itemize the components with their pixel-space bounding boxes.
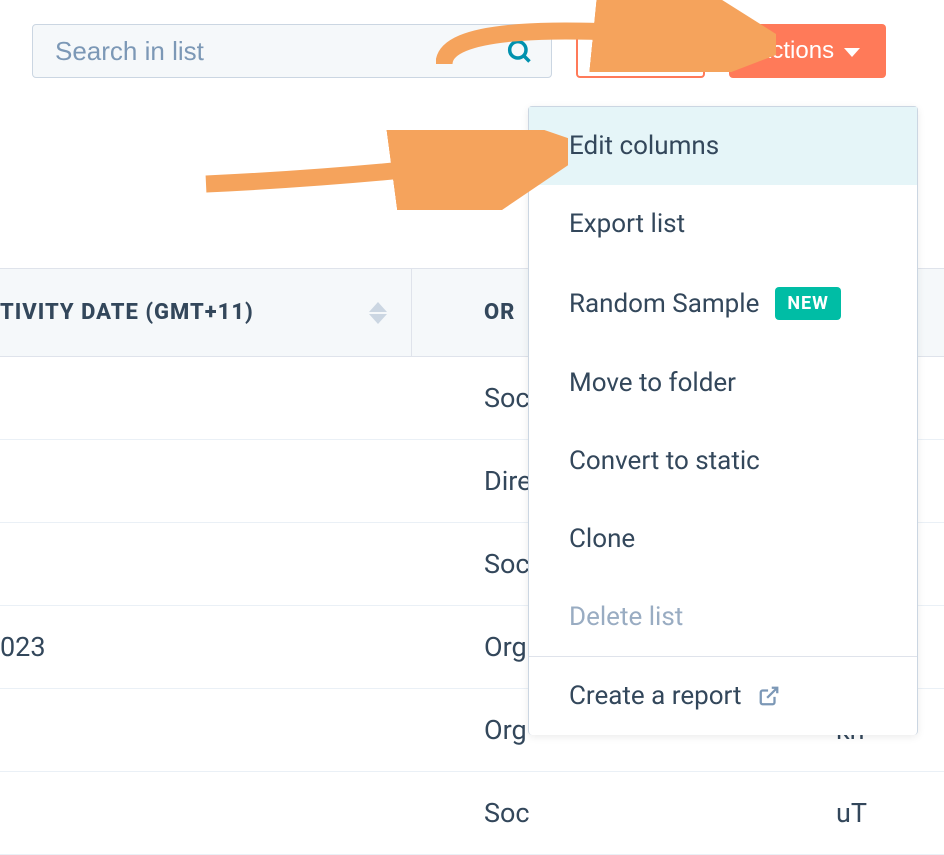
search-wrapper[interactable]: [32, 24, 552, 78]
external-link-icon: [758, 685, 780, 707]
dropdown-item-label: Create a report: [569, 681, 742, 711]
dropdown-item-label: Delete list: [569, 602, 683, 632]
toolbar: Details Actions: [0, 0, 944, 90]
sort-icon[interactable]: [369, 302, 387, 324]
dropdown-item-label: Edit columns: [569, 131, 719, 161]
actions-button[interactable]: Actions: [729, 24, 886, 78]
search-icon: [505, 37, 533, 65]
dropdown-item-label: Move to folder: [569, 368, 736, 398]
dropdown-item-create-report[interactable]: Create a report: [529, 657, 917, 735]
cell: uT: [812, 797, 944, 829]
dropdown-item-label: Random Sample: [569, 289, 759, 319]
dropdown-item-clone[interactable]: Clone: [529, 500, 917, 578]
actions-dropdown: Edit columns Export list Random Sample N…: [528, 106, 918, 735]
dropdown-item-label: Export list: [569, 209, 685, 239]
annotation-arrow-edit-columns: [198, 130, 568, 210]
dropdown-item-random-sample[interactable]: Random Sample NEW: [529, 263, 917, 344]
caret-down-icon: [844, 48, 860, 57]
column-header-label: TIVITY DATE (GMT+11): [0, 300, 254, 325]
actions-button-label: Actions: [755, 37, 834, 65]
dropdown-item-label: Clone: [569, 524, 635, 554]
details-button[interactable]: Details: [576, 24, 705, 78]
dropdown-item-convert-to-static[interactable]: Convert to static: [529, 422, 917, 500]
table-row[interactable]: Soc uT: [0, 772, 944, 855]
dropdown-item-move-to-folder[interactable]: Move to folder: [529, 344, 917, 422]
dropdown-item-export-list[interactable]: Export list: [529, 185, 917, 263]
search-input[interactable]: [55, 36, 505, 67]
cell: 023: [0, 631, 412, 663]
cell: Soc: [412, 797, 812, 829]
new-badge: NEW: [775, 287, 841, 320]
dropdown-item-label: Convert to static: [569, 446, 760, 476]
column-header-label: OR: [484, 300, 515, 325]
sort-asc-icon: [369, 302, 387, 312]
sort-desc-icon: [369, 314, 387, 324]
dropdown-item-edit-columns[interactable]: Edit columns: [529, 107, 917, 185]
dropdown-item-delete-list[interactable]: Delete list: [529, 578, 917, 656]
column-header-activity-date[interactable]: TIVITY DATE (GMT+11): [0, 269, 412, 356]
